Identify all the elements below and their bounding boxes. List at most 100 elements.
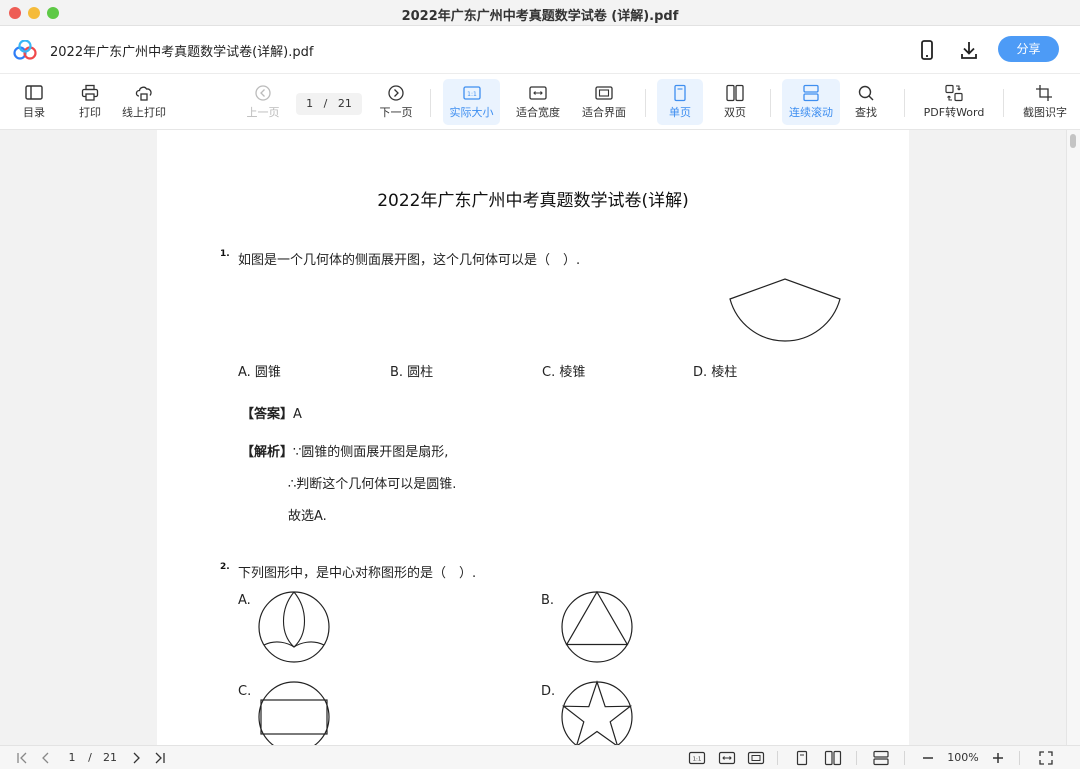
- ocr-label: 截图识字: [1023, 106, 1067, 119]
- circle-star-figure: [561, 680, 633, 745]
- svg-text:1:1: 1:1: [467, 91, 477, 98]
- question-2-number: 2.: [220, 562, 230, 572]
- toolbar: 目录 打印 线上打印 上一页 1 / 21 下一页 1:1 实际大小 适合宽度 …: [0, 75, 1080, 130]
- question-1-option-b: B. 圆柱: [390, 365, 434, 380]
- double-page-icon[interactable]: [824, 750, 842, 766]
- pdf-to-word-button[interactable]: PDF转Word: [918, 79, 990, 125]
- sector-figure: [729, 278, 841, 342]
- status-page-total: 21: [103, 751, 117, 764]
- answer-value: A: [293, 407, 302, 422]
- question-1-option-c: C. 棱锥: [542, 365, 586, 380]
- circle-triangle-figure: [561, 590, 633, 663]
- page-number-input[interactable]: 1 / 21: [296, 93, 362, 115]
- toolbar-divider: [1003, 89, 1004, 117]
- toc-label: 目录: [23, 106, 45, 119]
- first-page-icon[interactable]: [15, 750, 31, 766]
- vertical-scrollbar[interactable]: [1066, 130, 1080, 745]
- single-page-icon[interactable]: [794, 750, 810, 766]
- window-title: 2022年广东广州中考真题数学试卷 (详解).pdf: [401, 9, 679, 24]
- find-label: 查找: [855, 106, 877, 119]
- print-button[interactable]: 打印: [70, 79, 110, 125]
- status-divider: [904, 751, 905, 765]
- toolbar-divider: [904, 89, 905, 117]
- actual-size-button[interactable]: 1:1 实际大小: [443, 79, 500, 125]
- question-1-option-a: A. 圆锥: [238, 365, 281, 380]
- single-page-label: 单页: [669, 106, 691, 119]
- online-print-label: 线上打印: [122, 106, 166, 119]
- fit-width-icon[interactable]: [718, 750, 736, 766]
- search-icon: [858, 85, 874, 101]
- next-page-icon[interactable]: [128, 750, 144, 766]
- status-divider: [1019, 751, 1020, 765]
- status-page-current[interactable]: 1: [64, 750, 80, 766]
- fullscreen-icon[interactable]: [1038, 750, 1054, 766]
- question-1-answer: 【答案】A: [241, 403, 302, 422]
- single-page-button[interactable]: 单页: [657, 79, 703, 125]
- question-2-option-c-label: C.: [238, 684, 252, 699]
- analysis-line-2: ∴判断这个几何体可以是圆锥.: [288, 477, 457, 492]
- fit-window-button[interactable]: 适合界面: [577, 79, 631, 125]
- continuous-scroll-icon: [803, 84, 819, 102]
- answer-tag: 【答案】: [241, 407, 294, 422]
- ocr-button[interactable]: 截图识字: [1016, 79, 1074, 125]
- toolbar-divider: [430, 89, 431, 117]
- page-current: 1: [306, 97, 314, 110]
- pdf-page: 2022年广东广州中考真题数学试卷(详解) 1. 如图是一个几何体的侧面展开图，…: [157, 130, 909, 745]
- status-divider: [856, 751, 857, 765]
- svg-text:1:1: 1:1: [693, 757, 702, 763]
- actual-size-icon: 1:1: [462, 86, 481, 100]
- next-page-button[interactable]: 下一页: [376, 79, 416, 125]
- chevron-right-circle-icon: [388, 85, 404, 101]
- page-separator: /: [323, 97, 328, 110]
- fit-width-icon: [529, 86, 547, 100]
- continuous-scroll-icon[interactable]: [872, 750, 890, 766]
- prev-page-label: 上一页: [246, 106, 280, 119]
- analysis-tag: 【解析】: [241, 445, 294, 460]
- double-page-icon: [726, 84, 744, 102]
- scrollbar-thumb[interactable]: [1070, 134, 1076, 148]
- mobile-phone-icon[interactable]: [915, 38, 939, 62]
- pdf-to-word-label: PDF转Word: [923, 106, 985, 119]
- zoom-in-icon[interactable]: [990, 750, 1006, 766]
- single-page-icon: [674, 84, 686, 102]
- sidebar-icon: [25, 85, 43, 100]
- chevron-left-circle-icon: [255, 85, 271, 101]
- question-2-option-a-label: A.: [238, 593, 251, 608]
- fit-width-button[interactable]: 适合宽度: [511, 79, 565, 125]
- question-1-analysis: 【解析】∵圆锥的侧面展开图是扇形,: [241, 441, 448, 460]
- share-button[interactable]: 分享: [998, 36, 1059, 62]
- double-page-button[interactable]: 双页: [713, 79, 757, 125]
- fit-window-label: 适合界面: [582, 106, 626, 119]
- continuous-scroll-label: 连续滚动: [789, 106, 833, 119]
- fit-width-label: 适合宽度: [516, 106, 560, 119]
- continuous-scroll-button[interactable]: 连续滚动: [782, 79, 840, 125]
- zoom-level[interactable]: 100%: [943, 750, 983, 766]
- online-print-button[interactable]: 线上打印: [118, 79, 170, 125]
- document-viewport[interactable]: 2022年广东广州中考真题数学试卷(详解) 1. 如图是一个几何体的侧面展开图，…: [0, 130, 1080, 745]
- fit-window-icon: [595, 86, 613, 100]
- double-page-label: 双页: [724, 106, 746, 119]
- analysis-line-1: ∵圆锥的侧面展开图是扇形,: [293, 445, 449, 460]
- last-page-icon[interactable]: [151, 750, 167, 766]
- toc-button[interactable]: 目录: [14, 79, 54, 125]
- actual-size-icon[interactable]: 1:1: [688, 750, 706, 766]
- status-divider: [777, 751, 778, 765]
- convert-icon: [945, 84, 963, 102]
- zoom-out-icon[interactable]: [920, 750, 936, 766]
- find-button[interactable]: 查找: [846, 79, 886, 125]
- app-logo-icon: [13, 40, 37, 60]
- question-1-number: 1.: [220, 249, 230, 259]
- actual-size-label: 实际大小: [449, 106, 494, 119]
- prev-page-icon[interactable]: [38, 750, 54, 766]
- circle-rectangle-figure: [258, 681, 330, 745]
- status-bar: 1 / 21 1:1 100%: [0, 745, 1080, 769]
- fit-window-icon[interactable]: [747, 750, 765, 766]
- question-2-text: 下列图形中，是中心对称图形的是（ ）.: [238, 566, 477, 581]
- document-title: 2022年广东广州中考真题数学试卷(详解): [377, 191, 689, 211]
- prev-page-button[interactable]: 上一页: [243, 79, 283, 125]
- toolbar-divider: [645, 89, 646, 117]
- circle-three-arcs-figure: [258, 591, 330, 663]
- status-page-separator: /: [88, 751, 92, 764]
- download-icon[interactable]: [957, 38, 981, 62]
- question-2-option-d-label: D.: [541, 684, 556, 699]
